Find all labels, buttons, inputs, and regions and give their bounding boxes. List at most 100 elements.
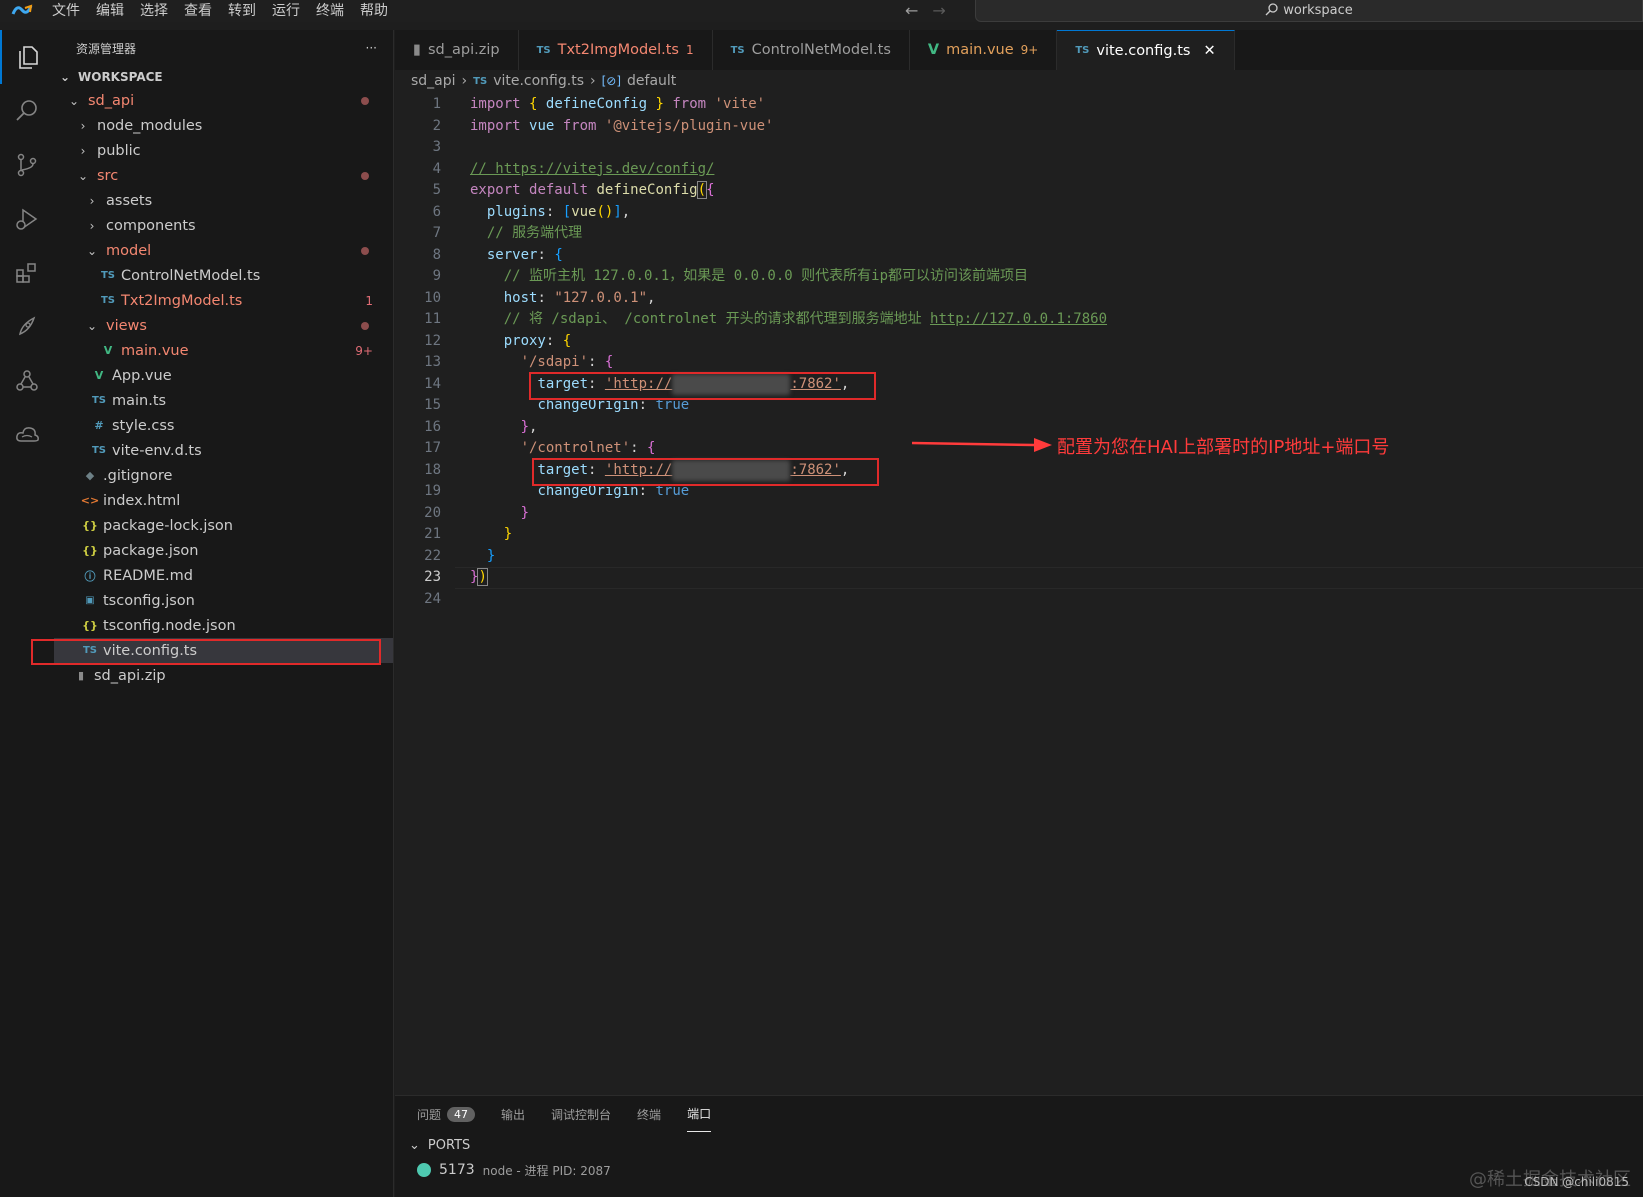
json-file-icon: {} [82,544,98,557]
tree-item[interactable]: › components [54,213,393,238]
comment-proxy-desc: // 将 /sdapi、 /controlnet 开头的请求都代理到服务端地址 [503,311,931,327]
vue-file-icon: V [927,42,940,58]
tab-debug-console-label: 调试控制台 [551,1107,612,1122]
code-editor[interactable]: 1 import { defineConfig } from 'vite' 2 im… [395,94,1643,610]
tree-item[interactable]: ▣ tsconfig.json [54,588,393,613]
ts-file-icon: TS [730,44,745,56]
more-actions-icon[interactable]: ··· [366,41,377,55]
explorer-title: 资源管理器 [76,41,137,56]
menu-selection[interactable]: 选择 [132,0,176,22]
source-control-icon[interactable] [0,138,54,192]
workspace-section[interactable]: ⌄ WORKSPACE [54,66,393,88]
code-line: 5 export default defineConfig({ [432,181,715,199]
menu-help[interactable]: 帮助 [352,0,396,22]
tab-output[interactable]: 输出 [501,1096,525,1132]
menu-file[interactable]: 文件 [44,0,88,22]
comment-link[interactable]: // https://vitejs.dev/config/ [470,159,714,181]
tab-terminal[interactable]: 终端 [637,1096,661,1132]
ts-file-icon: TS [1075,45,1090,56]
html-file-icon: <> [80,494,100,507]
zip-file-icon: ▮ [413,42,421,58]
editor-tab[interactable]: Vmain.vue 9+ [910,30,1058,70]
string-controlnet: '/controlnet' [520,440,631,456]
tree-item[interactable]: ⌄ sd_api [54,88,393,113]
menu-run[interactable]: 运行 [264,0,308,22]
tree-item[interactable]: <> index.html [54,488,393,513]
chevron-right-icon: › [89,218,95,233]
tree-item[interactable]: Vmain.vue 9+ [54,338,393,363]
breadcrumb-symbol[interactable]: default [627,73,676,89]
chevron-right-icon: › [89,193,95,208]
info-file-icon: ⓘ [84,569,96,583]
chevron-down-icon: ⌄ [86,243,98,258]
tree-item[interactable]: TS Txt2ImgModel.ts 1 [54,288,393,313]
modified-dot-icon [361,96,369,105]
chevron-down-icon: ⌄ [77,168,89,183]
forward-arrow-icon[interactable]: → [932,0,945,22]
string-vite: 'vite' [714,96,766,112]
tree-item[interactable]: {} package-lock.json [54,513,393,538]
menu-view[interactable]: 查看 [176,0,220,22]
tab-debug-console[interactable]: 调试控制台 [551,1096,611,1132]
breadcrumb-file[interactable]: vite.config.ts [493,73,584,89]
tree-item[interactable]: TS ControlNetModel.ts [54,263,393,288]
tree-item-label: style.css [112,417,175,434]
tree-item[interactable]: # style.css [54,413,393,438]
explorer-header: 资源管理器 ··· [54,30,393,66]
chevron-right-icon: › [590,73,596,89]
ts-file-icon: TS [91,395,107,406]
menu-terminal[interactable]: 终端 [308,0,352,22]
tree-item[interactable]: › node_modules [54,113,393,138]
editor-tab[interactable]: ▮ sd_api.zip [395,30,519,70]
tree-item[interactable]: ⌄ views [54,313,393,338]
tree-item[interactable]: {} package.json [54,538,393,563]
chevron-down-icon: ⌄ [409,1137,420,1153]
editor-tabs: ▮ sd_api.zip TS Txt2ImgModel.ts 1 TS ControlNe… [395,30,1643,70]
tree-item[interactable]: ◆ .gitignore [54,463,393,488]
cloud-icon[interactable] [0,408,54,462]
zip-file-icon: ▮ [77,669,85,682]
port-status-icon [417,1163,431,1177]
tree-item[interactable]: ⌄ src [54,163,393,188]
tree-item[interactable]: ⓘ README.md [54,563,393,588]
activity-bar [0,30,54,1197]
comment-proxy-link[interactable]: http://127.0.0.1:7860 [930,311,1107,327]
code-line: 24 [424,590,441,607]
json-file-icon: {} [82,619,98,632]
port-row[interactable]: 5173 node - 进程 PID: 2087 [395,1158,1643,1182]
back-arrow-icon[interactable]: ← [905,0,918,22]
tree-item[interactable]: {} tsconfig.node.json [54,613,393,638]
command-center-search[interactable]: workspace [975,0,1643,22]
ports-section[interactable]: ⌄ PORTS [395,1132,1643,1158]
tree-item[interactable]: V App.vue [54,363,393,388]
tree-item-label: model [106,242,152,259]
comment-proxy: // 服务端代理 [486,225,583,241]
highlight-box-sdapi-target [529,372,876,400]
tree-graph-icon[interactable] [0,354,54,408]
tab-problems[interactable]: 问题 47 [417,1096,476,1132]
tab-ports[interactable]: 端口 [687,1096,712,1132]
extensions-icon[interactable] [0,246,54,300]
string-host: "127.0.0.1" [554,289,648,306]
tree-item[interactable]: › assets [54,188,393,213]
tree-item[interactable]: › public [54,138,393,163]
tree-item[interactable]: ▮ sd_api.zip [54,663,393,688]
ports-header-label: PORTS [427,1137,471,1153]
rocket-icon[interactable] [0,300,54,354]
editor-tab[interactable]: TS Txt2ImgModel.ts 1 [519,30,713,70]
tree-item[interactable]: TS main.ts [54,388,393,413]
editor-tab[interactable]: TS vite.config.ts ✕ [1057,30,1235,70]
menu-go[interactable]: 转到 [220,0,264,22]
css-file-icon: # [94,419,104,432]
tree-item[interactable]: TS vite-env.d.ts [54,438,393,463]
tree-item[interactable]: ⌄ model [54,238,393,263]
breadcrumb-folder[interactable]: sd_api [411,73,456,89]
menu-edit[interactable]: 编辑 [88,0,132,22]
vue-file-icon: V [103,344,113,357]
search-view-icon[interactable] [0,84,54,138]
run-debug-icon[interactable] [0,192,54,246]
tree-item-label: components [106,217,196,234]
close-icon[interactable]: ✕ [1203,43,1215,59]
editor-tab[interactable]: TS ControlNetModel.ts [713,30,910,70]
explorer-icon[interactable] [0,30,54,84]
